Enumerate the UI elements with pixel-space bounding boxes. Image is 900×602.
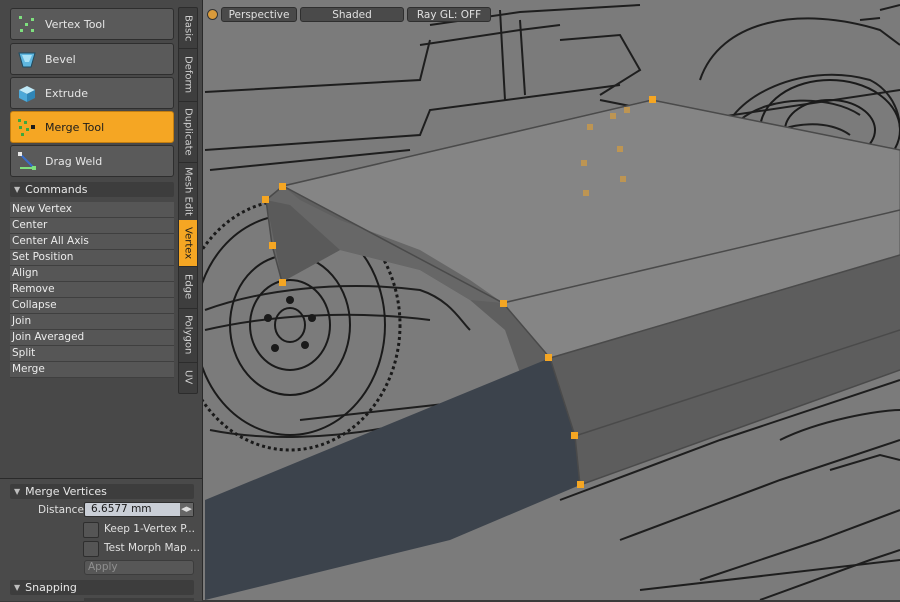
command-center-all-axis[interactable]: Center All Axis xyxy=(10,234,174,250)
keep-1-vertex-checkbox[interactable] xyxy=(83,522,99,538)
distance-field[interactable]: 6.6577 mm ◀▶ xyxy=(84,502,194,517)
tab-edge[interactable]: Edge xyxy=(179,266,197,309)
tool-label: Drag Weld xyxy=(45,154,103,168)
merge-tool-icon xyxy=(15,115,39,139)
command-merge[interactable]: Merge xyxy=(10,362,174,378)
drag-weld-icon xyxy=(15,149,39,173)
command-align[interactable]: Align xyxy=(10,266,174,282)
tool-label: Extrude xyxy=(45,86,89,100)
tab-polygon[interactable]: Polygon xyxy=(179,308,197,363)
snapping-row xyxy=(84,598,194,602)
tab-mesh-edit[interactable]: Mesh Edit xyxy=(179,162,197,221)
3d-viewport[interactable] xyxy=(203,0,900,600)
commands-header[interactable]: ▼ Commands xyxy=(10,182,174,197)
collapse-triangle-icon: ▼ xyxy=(14,583,21,592)
collapse-triangle-icon: ▼ xyxy=(14,487,21,496)
tab-deform[interactable]: Deform xyxy=(179,48,197,102)
tab-duplicate[interactable]: Duplicate xyxy=(179,101,197,163)
test-morph-map-label: Test Morph Map ... xyxy=(104,542,200,554)
snapping-header[interactable]: ▼ Snapping xyxy=(10,580,194,595)
command-set-position[interactable]: Set Position xyxy=(10,250,174,266)
merge-tool-button[interactable]: Merge Tool xyxy=(10,111,174,143)
command-center[interactable]: Center xyxy=(10,218,174,234)
scene-render xyxy=(203,4,900,600)
vertex-tool-icon xyxy=(15,12,39,36)
shading-dropdown[interactable]: Shaded xyxy=(300,7,404,22)
command-join-averaged[interactable]: Join Averaged xyxy=(10,330,174,346)
viewport-menu-icon[interactable] xyxy=(207,9,218,20)
tool-properties-panel: ▼ Merge Vertices Distance 6.6577 mm ◀▶ K… xyxy=(0,478,202,602)
vertex-tool-button[interactable]: Vertex Tool xyxy=(10,8,174,40)
tool-label: Vertex Tool xyxy=(45,17,106,31)
viewport-header: Perspective Shaded Ray GL: OFF xyxy=(203,6,900,24)
command-split[interactable]: Split xyxy=(10,346,174,362)
bevel-icon xyxy=(15,47,39,71)
apply-button[interactable]: Apply xyxy=(84,560,194,575)
command-collapse[interactable]: Collapse xyxy=(10,298,174,314)
bevel-button[interactable]: Bevel xyxy=(10,43,174,75)
command-join[interactable]: Join xyxy=(10,314,174,330)
extrude-button[interactable]: Extrude xyxy=(10,77,174,109)
distance-label: Distance xyxy=(38,504,84,516)
drag-weld-button[interactable]: Drag Weld xyxy=(10,145,174,177)
tool-panel: Vertex Tool Bevel Extrude Merge Tool Dra… xyxy=(0,0,203,602)
command-remove[interactable]: Remove xyxy=(10,282,174,298)
commands-list: New Vertex Center Center All Axis Set Po… xyxy=(10,202,174,378)
tool-label: Merge Tool xyxy=(45,120,105,134)
tab-basic[interactable]: Basic xyxy=(179,8,197,49)
test-morph-map-checkbox[interactable] xyxy=(83,541,99,557)
extrude-icon xyxy=(15,81,39,105)
collapse-triangle-icon: ▼ xyxy=(14,185,21,194)
keep-1-vertex-label: Keep 1-Vertex P... xyxy=(104,523,195,535)
merge-vertices-header[interactable]: ▼ Merge Vertices xyxy=(10,484,194,499)
view-type-dropdown[interactable]: Perspective xyxy=(221,7,297,22)
tool-label: Bevel xyxy=(45,52,76,66)
tool-category-tabs: Basic Deform Duplicate Mesh Edit Vertex … xyxy=(178,7,198,394)
distance-value: 6.6577 mm xyxy=(91,503,152,515)
raygl-toggle[interactable]: Ray GL: OFF xyxy=(407,7,491,22)
tab-vertex[interactable]: Vertex xyxy=(179,220,197,267)
tab-uv[interactable]: UV xyxy=(179,362,197,392)
stepper-arrows-icon[interactable]: ◀▶ xyxy=(180,503,193,516)
command-new-vertex[interactable]: New Vertex xyxy=(10,202,174,218)
mesh-lower-face xyxy=(205,358,580,600)
